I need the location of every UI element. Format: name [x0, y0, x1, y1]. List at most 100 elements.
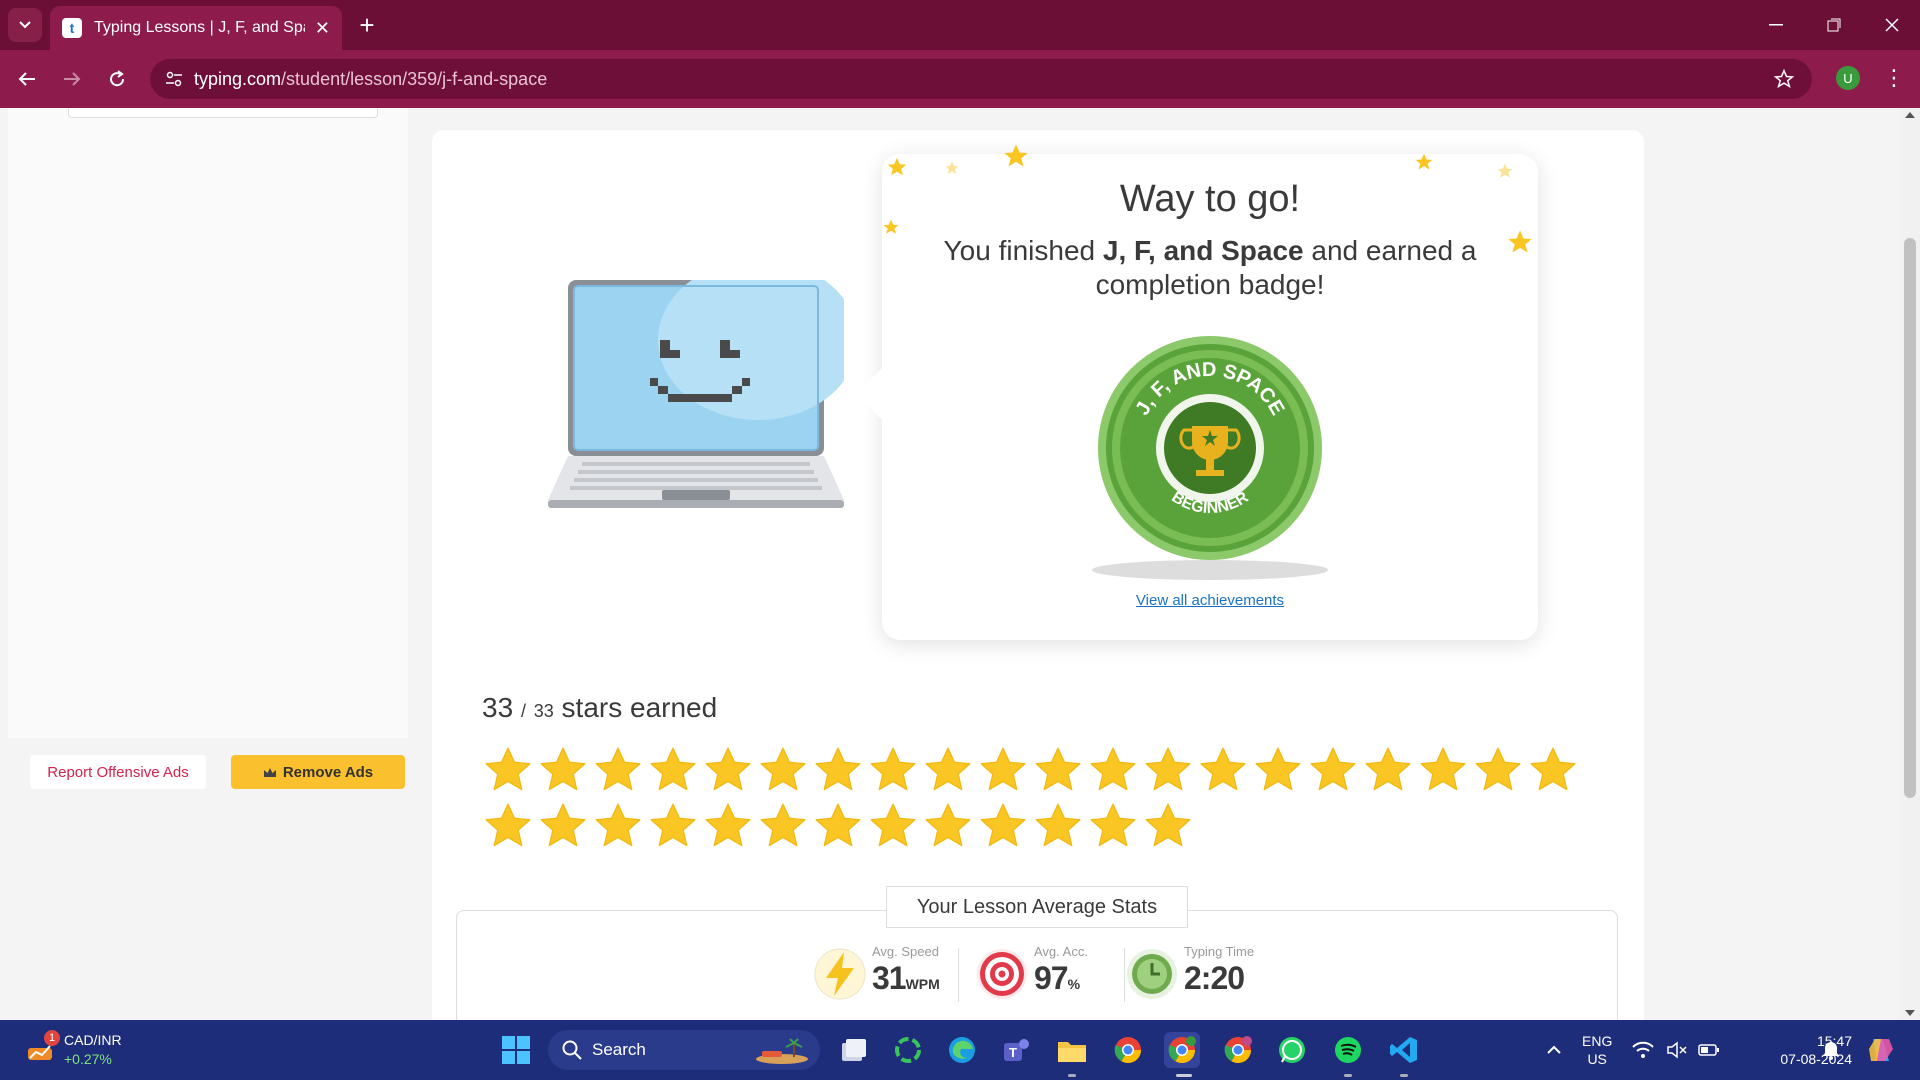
lightning-icon [814, 948, 866, 1000]
tab-search-button[interactable] [8, 8, 42, 42]
forward-button[interactable] [55, 62, 89, 96]
message-prefix: You finished [943, 235, 1103, 266]
taskbar-chrome[interactable] [1110, 1032, 1146, 1068]
earned-star-icon [1030, 742, 1085, 798]
lang-line2: US [1587, 1051, 1607, 1067]
earned-star-icon [590, 742, 645, 798]
site-info-icon[interactable] [154, 59, 194, 99]
earned-star-icon [755, 742, 810, 798]
new-tab-button[interactable]: + [352, 10, 382, 40]
earned-star-icon [1360, 742, 1415, 798]
notifications-button[interactable] [1818, 1032, 1844, 1068]
back-arrow-icon [18, 72, 35, 86]
task-view-icon [842, 1039, 866, 1061]
running-indicator [1400, 1074, 1408, 1077]
ticker-name: CAD/INR [64, 1032, 122, 1048]
result-title: Way to go! [1119, 178, 1301, 220]
running-indicator [1344, 1074, 1352, 1077]
windows-start-button[interactable] [498, 1032, 534, 1068]
circular-app-icon [895, 1037, 921, 1063]
taskbar-app-circle[interactable] [890, 1032, 926, 1068]
task-view-button[interactable] [836, 1032, 872, 1068]
earned-star-icon [755, 798, 810, 854]
earned-star-icon [1140, 742, 1195, 798]
page-scrollbar[interactable] [1900, 108, 1920, 1020]
windows-logo-icon [502, 1036, 530, 1064]
lang-line1: ENG [1582, 1033, 1613, 1049]
reload-icon [110, 70, 125, 87]
avg-accuracy-label: Avg. Acc. [1034, 944, 1088, 959]
earned-star-icon [1085, 798, 1140, 854]
back-button[interactable] [10, 62, 44, 96]
earned-star-icon [535, 798, 590, 854]
browser-menu-icon[interactable]: ⋮ [1880, 64, 1908, 92]
market-ticker-widget[interactable]: 1 CAD/INR +0.27% [24, 1030, 144, 1072]
battery-status[interactable] [1696, 1032, 1722, 1068]
scroll-thumb[interactable] [1904, 238, 1916, 798]
taskbar-vscode[interactable] [1386, 1032, 1422, 1068]
clock-icon [1127, 949, 1177, 999]
typing-time-value: 2:20 [1184, 960, 1245, 996]
crown-icon [263, 767, 276, 777]
url-host: typing.com [194, 68, 282, 89]
close-icon [1885, 18, 1899, 32]
copilot-button[interactable] [1862, 1032, 1898, 1068]
stars-slash: / [520, 701, 526, 721]
earned-star-icon [975, 798, 1030, 854]
typing-time-label: Typing Time [1184, 944, 1255, 959]
minimize-button[interactable] [1748, 0, 1804, 50]
restore-icon [1827, 18, 1841, 32]
restore-button[interactable] [1806, 0, 1862, 50]
taskbar-whatsapp[interactable] [1274, 1032, 1310, 1068]
taskbar-spotify[interactable] [1330, 1032, 1366, 1068]
lesson-stats-title: Your Lesson Average Stats [886, 886, 1188, 928]
view-all-achievements-link[interactable]: View all achievements [882, 592, 1538, 609]
earned-star-icon [920, 798, 975, 854]
target-icon [977, 949, 1027, 999]
address-bar[interactable]: typing.com/student/lesson/359/j-f-and-sp… [150, 59, 1812, 99]
taskbar-teams[interactable]: T [998, 1032, 1034, 1068]
remove-ads-label: Remove Ads [282, 763, 374, 781]
svg-text:T: T [1009, 1045, 1017, 1060]
url-path: /student/lesson/359/j-f-and-space [281, 68, 548, 89]
language-indicator[interactable]: ENG US [1582, 1032, 1612, 1068]
tab-close-icon[interactable]: ✕ [315, 18, 330, 39]
smiling-laptop-illustration [548, 280, 844, 508]
avg-speed-label: Avg. Speed [872, 944, 939, 959]
remove-ads-button[interactable]: Remove Ads [231, 755, 405, 789]
taskbar-file-explorer[interactable] [1054, 1032, 1090, 1068]
bookmark-star-icon[interactable] [1772, 67, 1796, 91]
star-row [480, 798, 1600, 854]
taskbar-search-box[interactable]: Search [548, 1030, 820, 1070]
taskbar-chrome-profile-active[interactable] [1164, 1032, 1200, 1068]
earned-star-icon [920, 742, 975, 798]
battery-icon [1698, 1044, 1719, 1056]
typing-favicon-icon: t [62, 18, 82, 38]
close-window-button[interactable] [1864, 0, 1920, 50]
stars-earned-label: stars earned [561, 692, 718, 723]
scroll-up-icon[interactable] [1905, 112, 1915, 118]
active-tab[interactable]: t Typing Lessons | J, F, and Space ✕ [50, 6, 342, 50]
taskbar-edge[interactable] [944, 1032, 980, 1068]
earned-star-icon [535, 742, 590, 798]
taskbar-chrome-profile-2[interactable] [1220, 1032, 1256, 1068]
sidebar-widget [68, 108, 378, 118]
chevron-down-icon [19, 21, 31, 29]
decorative-star-icon [1415, 153, 1433, 170]
decorative-star-icon [1004, 144, 1028, 167]
profile-avatar[interactable]: U [1836, 66, 1860, 90]
wifi-status[interactable] [1630, 1032, 1656, 1068]
chrome-icon [1114, 1037, 1142, 1064]
earned-star-icon [810, 798, 865, 854]
show-hidden-icons-button[interactable] [1536, 1032, 1572, 1068]
earned-star-icon [1415, 742, 1470, 798]
scroll-down-icon[interactable] [1905, 1010, 1915, 1016]
reload-button[interactable] [100, 62, 134, 96]
report-offensive-ads-button[interactable]: Report Offensive Ads [30, 755, 206, 789]
forward-arrow-icon [64, 72, 81, 86]
earned-star-icon [1140, 798, 1195, 854]
volume-status[interactable] [1664, 1032, 1690, 1068]
earned-star-icon [700, 742, 755, 798]
stars-earned-count: 33 [482, 692, 514, 723]
avg-accuracy-value: 97% [1034, 960, 1080, 997]
